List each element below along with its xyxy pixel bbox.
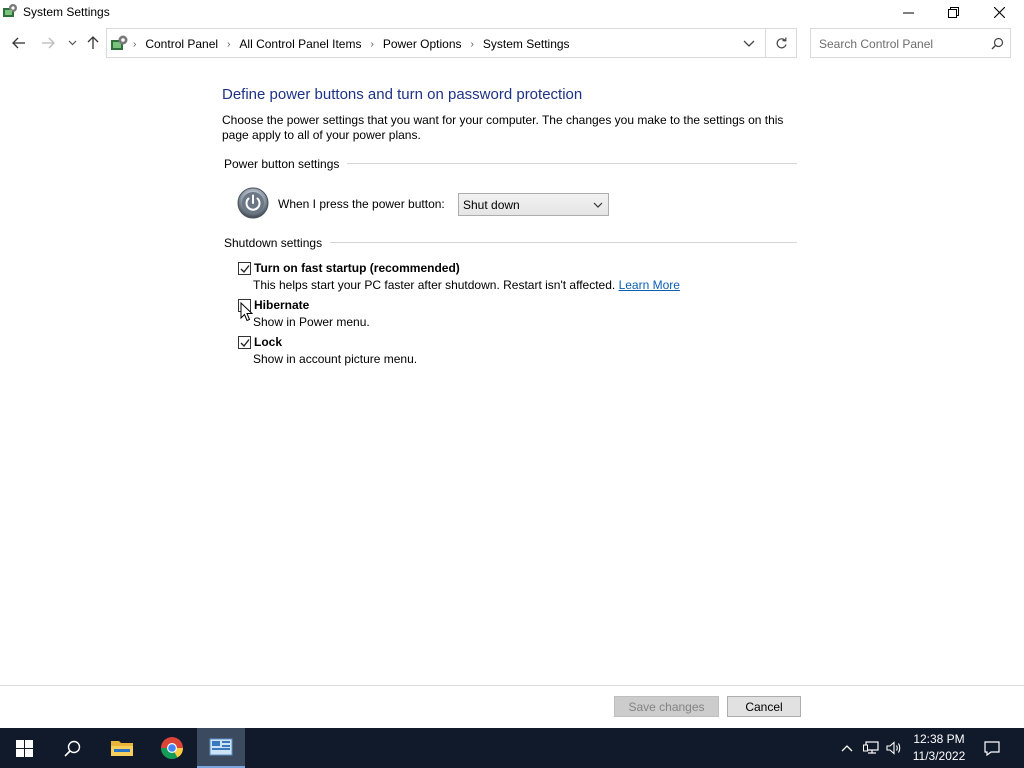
breadcrumb-system-settings[interactable]: System Settings bbox=[483, 37, 570, 51]
search-box[interactable] bbox=[810, 28, 1011, 58]
file-explorer-icon bbox=[111, 741, 133, 756]
volume-button[interactable] bbox=[884, 728, 904, 768]
power-button-action-select[interactable]: Shut down bbox=[458, 193, 609, 216]
control-panel-icon bbox=[209, 738, 233, 756]
arrow-up-icon bbox=[87, 36, 99, 49]
navigation-bar: › Control Panel › All Control Panel Item… bbox=[0, 28, 1024, 58]
chrome-button[interactable] bbox=[148, 728, 196, 768]
breadcrumb-separator-icon[interactable]: › bbox=[471, 39, 474, 50]
intro-text: Choose the power settings that you want … bbox=[222, 113, 784, 142]
volume-icon bbox=[886, 741, 901, 755]
lock-description: Show in account picture menu. bbox=[253, 352, 418, 366]
refresh-icon bbox=[776, 37, 787, 48]
taskbar-search-button[interactable] bbox=[48, 728, 96, 768]
action-center-button[interactable] bbox=[980, 728, 1004, 768]
shutdown-settings-header: Shutdown settings bbox=[224, 236, 331, 250]
up-button[interactable] bbox=[84, 34, 102, 52]
fast-startup-label[interactable]: Turn on fast startup (recommended) bbox=[254, 261, 460, 275]
arrow-right-icon bbox=[42, 37, 55, 49]
breadcrumb-control-panel[interactable]: Control Panel bbox=[145, 37, 218, 51]
arrow-left-icon bbox=[12, 37, 25, 49]
refresh-button[interactable] bbox=[766, 28, 797, 58]
address-bar[interactable]: › Control Panel › All Control Panel Item… bbox=[106, 28, 766, 58]
page-title: Define power buttons and turn on passwor… bbox=[222, 86, 583, 103]
windows-start-icon bbox=[15, 739, 33, 757]
control-panel-taskbar-button[interactable] bbox=[197, 728, 245, 768]
start-button[interactable] bbox=[0, 728, 48, 768]
control-panel-app-icon bbox=[3, 4, 17, 17]
window-title: System Settings bbox=[23, 5, 110, 19]
breadcrumb-all-control-panel-items[interactable]: All Control Panel Items bbox=[239, 37, 361, 51]
breadcrumb-separator-icon[interactable]: › bbox=[133, 39, 136, 50]
learn-more-link[interactable]: Learn More bbox=[619, 278, 680, 292]
control-panel-icon bbox=[111, 35, 128, 50]
restore-icon bbox=[947, 6, 959, 18]
recent-locations-button[interactable] bbox=[63, 34, 81, 52]
chevron-down-icon bbox=[68, 40, 76, 46]
checkmark-icon bbox=[240, 265, 250, 274]
network-icon bbox=[863, 741, 879, 754]
search-input[interactable] bbox=[819, 37, 989, 51]
footer-divider bbox=[0, 685, 1024, 686]
address-history-chevron-icon[interactable] bbox=[741, 37, 757, 51]
clock-time: 12:38 PM bbox=[913, 732, 965, 746]
chevron-up-icon bbox=[841, 745, 853, 752]
breadcrumb-separator-icon[interactable]: › bbox=[370, 39, 373, 50]
fast-startup-description-text: This helps start your PC faster after sh… bbox=[253, 278, 616, 292]
hibernate-label[interactable]: Hibernate bbox=[254, 298, 309, 312]
clock[interactable]: 12:38 PM 11/3/2022 bbox=[902, 731, 976, 765]
lock-label[interactable]: Lock bbox=[254, 335, 282, 349]
minimize-button[interactable] bbox=[885, 0, 931, 24]
power-button-settings-header: Power button settings bbox=[224, 157, 348, 171]
fast-startup-checkbox[interactable] bbox=[238, 262, 251, 275]
hibernate-description: Show in Power menu. bbox=[253, 315, 370, 329]
power-icon bbox=[237, 187, 269, 219]
power-button-action-value: Shut down bbox=[463, 198, 520, 212]
cancel-button[interactable]: Cancel bbox=[727, 696, 801, 717]
file-explorer-button[interactable] bbox=[98, 728, 146, 768]
chrome-icon bbox=[161, 737, 183, 759]
search-icon[interactable] bbox=[991, 37, 1004, 50]
breadcrumb-separator-icon[interactable]: › bbox=[227, 39, 230, 50]
notification-icon bbox=[984, 740, 1000, 756]
checkmark-icon bbox=[240, 339, 250, 348]
close-button[interactable] bbox=[976, 0, 1022, 24]
forward-button[interactable] bbox=[39, 34, 57, 52]
show-hidden-icons-button[interactable] bbox=[838, 728, 856, 768]
search-icon bbox=[63, 740, 80, 757]
save-changes-button[interactable]: Save changes bbox=[614, 696, 719, 717]
fast-startup-description: This helps start your PC faster after sh… bbox=[253, 278, 680, 292]
network-button[interactable] bbox=[861, 728, 881, 768]
breadcrumb: › Control Panel › All Control Panel Item… bbox=[133, 37, 570, 51]
mouse-pointer-icon bbox=[240, 302, 254, 322]
minimize-icon bbox=[902, 12, 914, 13]
taskbar: 12:38 PM 11/3/2022 bbox=[0, 728, 1024, 768]
breadcrumb-power-options[interactable]: Power Options bbox=[383, 37, 462, 51]
restore-button[interactable] bbox=[930, 0, 976, 24]
clock-date: 11/3/2022 bbox=[912, 749, 966, 763]
close-icon bbox=[993, 6, 1005, 18]
title-bar: System Settings bbox=[0, 0, 1024, 24]
lock-checkbox[interactable] bbox=[238, 336, 251, 349]
chevron-down-icon bbox=[593, 202, 603, 208]
power-button-label: When I press the power button: bbox=[278, 197, 445, 211]
back-button[interactable] bbox=[10, 34, 28, 52]
